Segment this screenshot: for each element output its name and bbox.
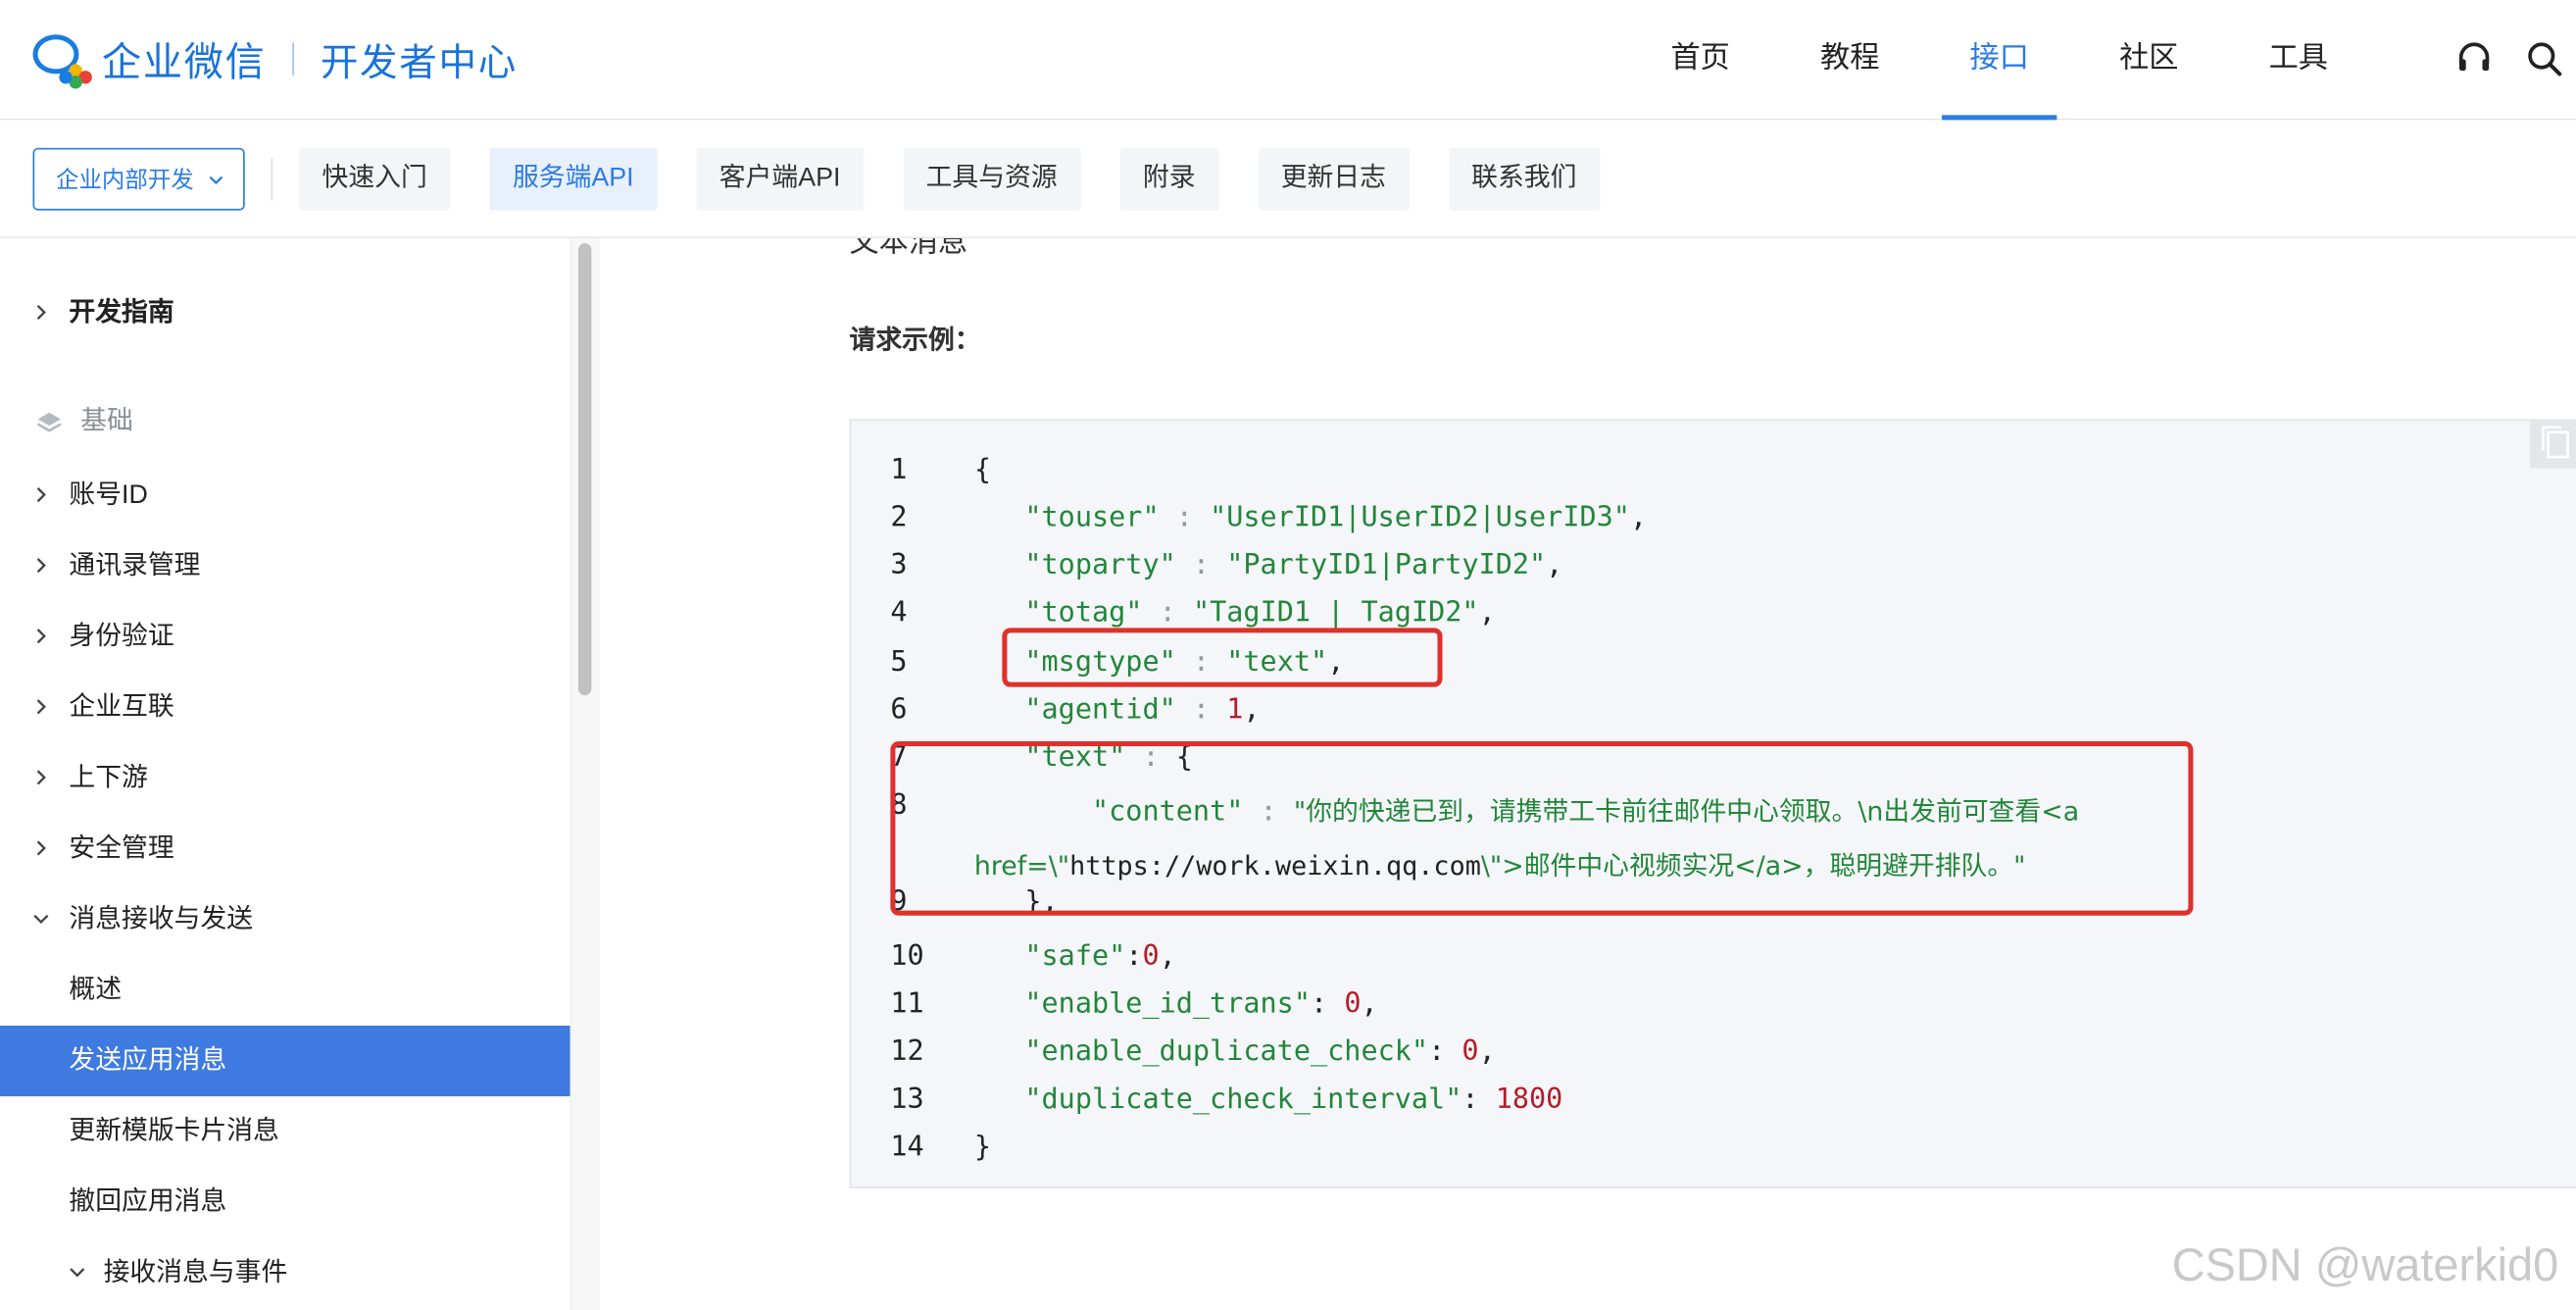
tab-contact[interactable]: 联系我们 <box>1448 147 1600 211</box>
highlight-box-msgtype <box>1002 628 1443 687</box>
chevron-down-icon <box>70 1268 85 1278</box>
chevron-down-icon <box>209 176 223 185</box>
line-number: 11 <box>890 987 924 1021</box>
sidebar: 开发指南 基础 账号ID 通讯录管理 身份验证 企业互联 上下游 安全管理 消息… <box>0 238 570 1310</box>
sidebar-item-label: 消息接收与发送 <box>69 905 254 934</box>
code-line: "toparty" : "PartyID1|PartyID2", <box>1024 548 1563 582</box>
copy-code-button[interactable] <box>2530 419 2576 469</box>
code-line: "totag" : "TagID1 | TagID2", <box>1024 596 1496 630</box>
tab-tools-resources[interactable]: 工具与资源 <box>903 147 1081 211</box>
sidebar-item-receive-events[interactable]: 接收消息与事件 <box>0 1237 570 1308</box>
section-title: 文本消息 <box>849 238 968 259</box>
chevron-right-icon <box>36 840 46 856</box>
sidebar-item-label: 企业互联 <box>69 693 174 722</box>
dev-scope-value: 企业内部开发 <box>55 166 194 193</box>
code-line: "enable_id_trans": 0, <box>1024 987 1378 1021</box>
sidebar-item-label: 概述 <box>69 976 123 1005</box>
chevron-right-icon <box>36 699 46 715</box>
brand-subtitle: 开发者中心 <box>320 40 518 83</box>
line-number: 10 <box>890 939 924 974</box>
sidebar-item-label: 身份验证 <box>69 623 174 651</box>
search-icon[interactable] <box>2525 39 2564 78</box>
sidebar-item-recall-message[interactable]: 撤回应用消息 <box>0 1167 570 1237</box>
sidebar-section-basics: 基础 <box>0 386 570 457</box>
sidebar-scrollbar-thumb[interactable] <box>577 243 592 696</box>
sidebar-item-label: 开发指南 <box>69 299 174 328</box>
request-example-label: 请求示例： <box>849 327 981 356</box>
sidebar-item-send-app-message[interactable]: 发送应用消息 <box>0 1025 570 1097</box>
tab-appendix[interactable]: 附录 <box>1119 147 1219 211</box>
nav-api[interactable]: 接口 <box>1942 0 2057 121</box>
main-nav: 首页 教程 接口 社区 工具 <box>1643 0 2391 121</box>
chevron-right-icon <box>36 629 46 644</box>
headset-icon[interactable] <box>2454 39 2494 78</box>
sidebar-item-security[interactable]: 安全管理 <box>0 814 570 884</box>
line-number: 3 <box>890 548 908 582</box>
code-line: "touser" : "UserID1|UserID2|UserID3", <box>1024 501 1648 534</box>
nav-tutorials[interactable]: 教程 <box>1793 0 1907 120</box>
code-line: "duplicate_check_interval": 1800 <box>1024 1083 1563 1117</box>
watermark: CSDN @waterkid0 <box>2171 1238 2559 1290</box>
page: 企业微信 开发者中心 首页 教程 接口 社区 工具 企业内部开发 快速入门 服务… <box>0 0 2576 1310</box>
tab-changelog[interactable]: 更新日志 <box>1258 147 1410 211</box>
sidebar-item-update-template-card[interactable]: 更新模版卡片消息 <box>0 1096 570 1167</box>
line-number: 4 <box>890 596 908 630</box>
brand-name: 企业微信 <box>101 40 267 86</box>
chevron-right-icon <box>36 487 46 503</box>
sidebar-item-overview[interactable]: 概述 <box>0 955 570 1026</box>
chevron-right-icon <box>36 304 46 321</box>
nav-community[interactable]: 社区 <box>2092 0 2206 120</box>
code-line: "enable_duplicate_check": 0, <box>1024 1035 1496 1069</box>
subnav-tabs: 快速入门 服务端API 客户端API 工具与资源 附录 更新日志 联系我们 <box>299 147 1639 211</box>
brand-divider <box>292 41 295 76</box>
sidebar-item-label: 账号ID <box>69 481 148 510</box>
code-line: "safe":0, <box>1024 939 1176 974</box>
sidebar-item-label: 发送应用消息 <box>69 1046 227 1076</box>
line-number: 1 <box>890 453 908 487</box>
wecom-logo-icon <box>32 30 92 88</box>
line-number: 2 <box>890 501 908 534</box>
tab-quick-start[interactable]: 快速入门 <box>299 147 451 211</box>
line-number: 12 <box>890 1035 924 1069</box>
nav-tools[interactable]: 工具 <box>2241 0 2355 120</box>
nav-home[interactable]: 首页 <box>1643 0 1758 120</box>
main-content: 文本消息 请求示例： 1 2 3 4 5 6 7 8 9 10 11 12 13… <box>601 238 2576 1310</box>
dev-scope-select[interactable]: 企业内部开发 <box>32 147 245 211</box>
sidebar-item-messaging[interactable]: 消息接收与发送 <box>0 884 570 955</box>
sub-nav: 企业内部开发 快速入门 服务端API 客户端API 工具与资源 附录 更新日志 … <box>0 120 2576 239</box>
code-line: } <box>973 1131 992 1164</box>
sidebar-item-auth[interactable]: 身份验证 <box>0 602 570 673</box>
tab-server-api[interactable]: 服务端API <box>489 147 658 211</box>
sidebar-item-label: 安全管理 <box>69 834 174 864</box>
chevron-down-icon <box>33 914 49 925</box>
line-number: 5 <box>890 645 908 680</box>
sidebar-item-label: 撤回应用消息 <box>69 1187 227 1217</box>
chevron-right-icon <box>36 558 46 574</box>
sidebar-item-interconnect[interactable]: 企业互联 <box>0 673 570 743</box>
sidebar-item-label: 更新模版卡片消息 <box>69 1117 279 1146</box>
sidebar-section-label: 基础 <box>80 407 133 436</box>
sidebar-item-contacts[interactable]: 通讯录管理 <box>0 530 570 601</box>
code-line: "agentid" : 1, <box>1024 693 1261 727</box>
layers-icon <box>36 412 62 432</box>
chevron-right-icon <box>36 770 46 785</box>
copy-icon <box>2542 426 2569 459</box>
sidebar-item-label: 上下游 <box>69 764 148 792</box>
line-number: 14 <box>890 1131 924 1164</box>
brand-logo[interactable]: 企业微信 开发者中心 <box>32 29 518 88</box>
sidebar-item-label: 通讯录管理 <box>69 552 201 580</box>
tab-client-api[interactable]: 客户端API <box>696 147 864 211</box>
subnav-divider <box>271 157 273 201</box>
sidebar-item-upstream-downstream[interactable]: 上下游 <box>0 743 570 814</box>
top-header: 企业微信 开发者中心 首页 教程 接口 社区 工具 <box>0 0 2576 121</box>
line-number: 13 <box>890 1083 924 1117</box>
sidebar-item-label: 接收消息与事件 <box>103 1259 288 1287</box>
line-number: 6 <box>890 693 908 727</box>
highlight-box-text-content <box>890 741 2194 916</box>
code-line: { <box>973 453 992 487</box>
sidebar-item-dev-guide[interactable]: 开发指南 <box>0 277 570 348</box>
sidebar-item-account-id[interactable]: 账号ID <box>0 460 570 530</box>
